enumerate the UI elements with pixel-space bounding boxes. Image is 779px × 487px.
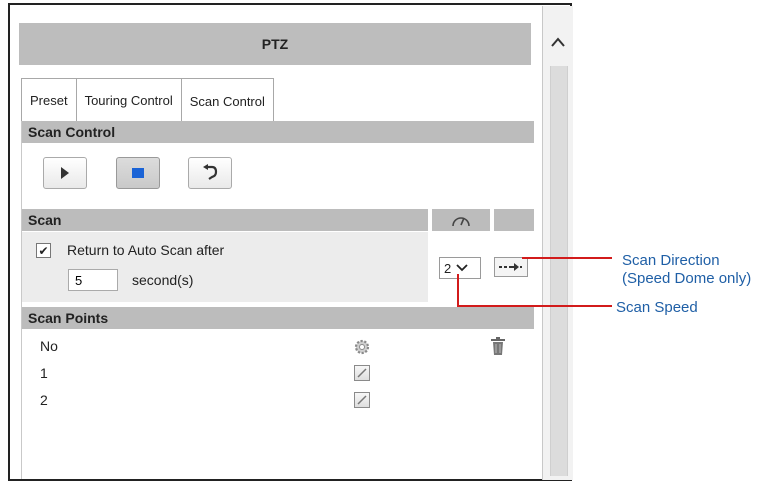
settings-gear-icon[interactable] — [353, 338, 371, 361]
ptz-panel: PTZ Preset Touring Control Scan Control … — [8, 3, 573, 481]
vertical-scrollbar[interactable] — [542, 6, 573, 480]
scan-speed-select[interactable]: 2 — [439, 257, 481, 279]
return-auto-scan-label: Return to Auto Scan after — [67, 242, 225, 258]
tab-scan-control[interactable]: Scan Control — [180, 78, 274, 124]
speed-value: 2 — [444, 260, 452, 276]
scan-points-section-header: Scan Points — [22, 307, 534, 329]
seconds-unit-label: second(s) — [132, 272, 194, 288]
scan-speed-annotation: Scan Speed — [616, 299, 698, 317]
speed-column-header — [432, 209, 490, 231]
scan-point-row: 2 — [40, 392, 48, 408]
tab-touring-control[interactable]: Touring Control — [75, 78, 181, 122]
stop-icon — [132, 168, 144, 178]
speed-callout-line-vertical — [457, 274, 459, 306]
return-auto-scan-checkbox[interactable]: ✔ — [36, 243, 51, 258]
return-icon — [203, 164, 218, 180]
trash-icon[interactable] — [491, 337, 505, 360]
section-title: Scan — [28, 212, 62, 228]
scan-control-section-header: Scan Control — [22, 121, 534, 143]
scan-settings-box: ✔ Return to Auto Scan after second(s) — [22, 232, 428, 302]
annotation-line-2: (Speed Dome only) — [622, 270, 752, 287]
scan-point-row: 1 — [40, 365, 48, 381]
seconds-input[interactable] — [68, 269, 118, 291]
annotation-line-1: Scan Direction — [622, 252, 720, 269]
section-title: Scan Control — [28, 124, 116, 140]
speed-callout-line-horizontal — [457, 305, 612, 307]
tab-bar: Preset Touring Control Scan Control — [21, 78, 274, 124]
edit-icon[interactable] — [354, 392, 370, 408]
ptz-header: PTZ — [19, 23, 531, 65]
scan-section-header: Scan — [22, 209, 428, 231]
stop-button[interactable] — [116, 157, 160, 189]
play-icon — [61, 167, 69, 179]
panel-title: PTZ — [261, 36, 289, 52]
play-button[interactable] — [43, 157, 87, 189]
chevron-down-icon — [456, 264, 468, 272]
scan-points-no-header: No — [40, 338, 58, 354]
edit-icon[interactable] — [354, 365, 370, 381]
direction-arrow-icon — [499, 263, 522, 271]
tab-preset[interactable]: Preset — [21, 78, 76, 122]
direction-callout-line — [522, 257, 612, 259]
scroll-track[interactable] — [550, 66, 568, 476]
check-icon: ✔ — [38, 243, 49, 258]
direction-column-header — [494, 209, 534, 231]
return-button[interactable] — [188, 157, 232, 189]
scan-direction-annotation: Scan Direction (Speed Dome only) — [622, 252, 751, 288]
annotation-text: Scan Speed — [616, 299, 698, 316]
section-title: Scan Points — [28, 310, 109, 326]
scan-direction-button[interactable] — [494, 257, 528, 277]
speedometer-icon — [452, 217, 470, 227]
scroll-up-icon[interactable] — [543, 26, 573, 58]
